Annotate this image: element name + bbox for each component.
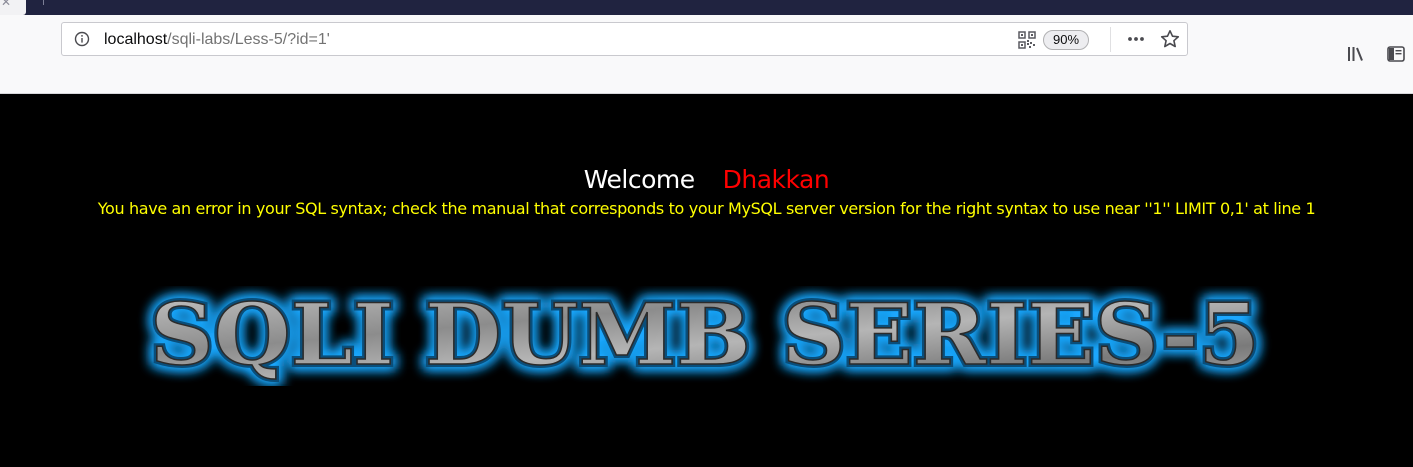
star-icon[interactable]	[1160, 29, 1180, 49]
welcome-line: Welcome Dhakkan	[0, 164, 1413, 196]
info-icon[interactable]	[74, 31, 90, 47]
sql-error-message: You have an error in your SQL syntax; ch…	[97, 199, 1316, 218]
series-banner: SQLI DUMB SERIES-5 SQLI DUMB SERIES-5 SQ…	[145, 286, 1265, 386]
welcome-text: Welcome	[583, 165, 695, 194]
more-icon[interactable]	[1126, 29, 1146, 49]
browser-tab[interactable]: ✕	[0, 0, 26, 15]
urlbar-divider	[1110, 27, 1111, 52]
library-icon[interactable]	[1346, 44, 1366, 64]
tab-divider	[43, 0, 44, 5]
zoom-level-badge[interactable]: 90%	[1043, 30, 1090, 50]
page-content: Welcome Dhakkan You have an error in your…	[0, 94, 1413, 467]
url-path: /sqli-labs/Less-5/?id=1'	[167, 31, 330, 48]
username-text: Dhakkan	[722, 165, 830, 194]
url-bar[interactable]: localhost/sqli-labs/Less-5/?id=1' 90%	[61, 22, 1188, 56]
url-text[interactable]: localhost/sqli-labs/Less-5/?id=1'	[104, 30, 330, 50]
tab-close-icon[interactable]: ✕	[1, 0, 11, 8]
navigation-toolbar: localhost/sqli-labs/Less-5/?id=1' 90%	[0, 15, 1413, 94]
qr-code-icon[interactable]	[1018, 31, 1036, 49]
tab-strip: ✕	[0, 0, 1413, 15]
banner-title: SQLI DUMB SERIES-5	[150, 286, 1260, 384]
sidebar-icon[interactable]	[1386, 44, 1406, 64]
url-host: localhost	[104, 31, 168, 48]
